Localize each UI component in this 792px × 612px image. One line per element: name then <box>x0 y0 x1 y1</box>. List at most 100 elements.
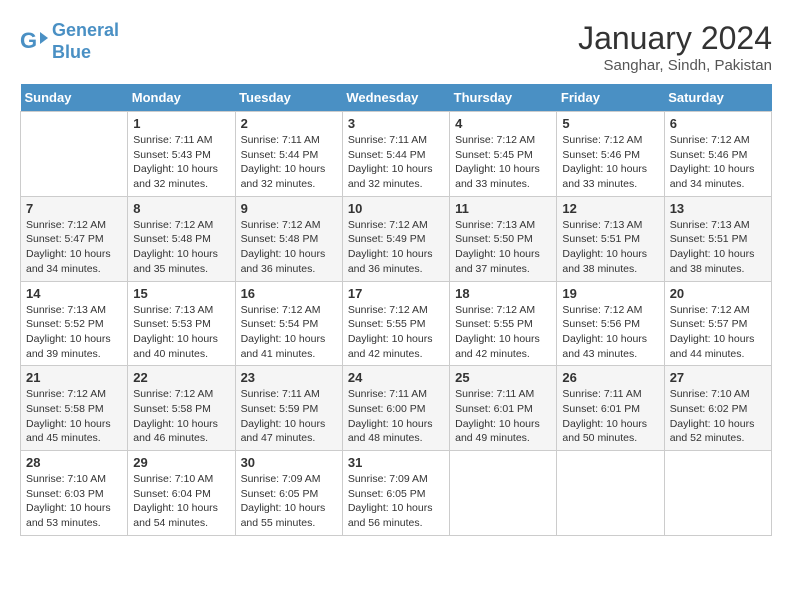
day-info: Sunrise: 7:11 AMSunset: 6:01 PMDaylight:… <box>562 387 658 446</box>
day-number: 9 <box>241 201 337 216</box>
calendar-cell: 31Sunrise: 7:09 AMSunset: 6:05 PMDayligh… <box>342 451 449 536</box>
title-block: January 2024 Sanghar, Sindh, Pakistan <box>578 20 772 74</box>
calendar-cell: 20 Sunrise: 7:12 AMSunset: 5:57 PMDayligh… <box>664 281 771 366</box>
day-number: 10 <box>348 201 444 216</box>
calendar-cell: 24 Sunrise: 7:11 AMSunset: 6:00 PMDayligh… <box>342 366 449 451</box>
day-number: 3 <box>348 116 444 131</box>
day-number: 2 <box>241 116 337 131</box>
day-info: Sunrise: 7:11 AMSunset: 5:44 PMDaylight:… <box>241 133 337 192</box>
day-info: Sunrise: 7:13 AMSunset: 5:51 PMDaylight:… <box>562 218 658 277</box>
weekday-header-saturday: Saturday <box>664 84 771 112</box>
calendar-cell: 8 Sunrise: 7:12 AMSunset: 5:48 PMDaylight… <box>128 196 235 281</box>
day-info: Sunrise: 7:12 AMSunset: 5:54 PMDaylight:… <box>241 303 337 362</box>
day-info: Sunrise: 7:11 AMSunset: 5:44 PMDaylight:… <box>348 133 444 192</box>
day-info: Sunrise: 7:11 AMSunset: 5:43 PMDaylight:… <box>133 133 229 192</box>
calendar-cell: 3 Sunrise: 7:11 AMSunset: 5:44 PMDaylight… <box>342 112 449 197</box>
day-number: 22 <box>133 370 229 385</box>
month-title: January 2024 <box>578 20 772 57</box>
calendar-cell: 17Sunrise: 7:12 AMSunset: 5:55 PMDayligh… <box>342 281 449 366</box>
weekday-header-friday: Friday <box>557 84 664 112</box>
calendar-cell: 15 Sunrise: 7:13 AMSunset: 5:53 PMDayligh… <box>128 281 235 366</box>
day-number: 21 <box>26 370 122 385</box>
day-number: 13 <box>670 201 766 216</box>
weekday-header-wednesday: Wednesday <box>342 84 449 112</box>
calendar-cell: 13Sunrise: 7:13 AMSunset: 5:51 PMDayligh… <box>664 196 771 281</box>
day-info: Sunrise: 7:13 AMSunset: 5:53 PMDaylight:… <box>133 303 229 362</box>
week-row-5: 28 Sunrise: 7:10 AMSunset: 6:03 PMDayligh… <box>21 451 772 536</box>
day-number: 12 <box>562 201 658 216</box>
calendar-cell: 4 Sunrise: 7:12 AMSunset: 5:45 PMDaylight… <box>450 112 557 197</box>
calendar-cell: 9 Sunrise: 7:12 AMSunset: 5:48 PMDaylight… <box>235 196 342 281</box>
calendar-cell: 27 Sunrise: 7:10 AMSunset: 6:02 PMDayligh… <box>664 366 771 451</box>
day-number: 23 <box>241 370 337 385</box>
day-number: 31 <box>348 455 444 470</box>
day-info: Sunrise: 7:12 AMSunset: 5:48 PMDaylight:… <box>133 218 229 277</box>
calendar-cell: 18Sunrise: 7:12 AMSunset: 5:55 PMDayligh… <box>450 281 557 366</box>
day-info: Sunrise: 7:11 AMSunset: 6:00 PMDaylight:… <box>348 387 444 446</box>
page-header: G General Blue January 2024 Sanghar, Sin… <box>20 20 772 74</box>
day-number: 6 <box>670 116 766 131</box>
day-number: 24 <box>348 370 444 385</box>
day-info: Sunrise: 7:12 AMSunset: 5:48 PMDaylight:… <box>241 218 337 277</box>
logo-text: General Blue <box>52 20 119 63</box>
logo-icon: G <box>20 28 48 56</box>
calendar-cell: 14 Sunrise: 7:13 AMSunset: 5:52 PMDayligh… <box>21 281 128 366</box>
day-info: Sunrise: 7:11 AMSunset: 5:59 PMDaylight:… <box>241 387 337 446</box>
day-number: 30 <box>241 455 337 470</box>
day-info: Sunrise: 7:12 AMSunset: 5:45 PMDaylight:… <box>455 133 551 192</box>
location-subtitle: Sanghar, Sindh, Pakistan <box>578 57 772 74</box>
logo: G General Blue <box>20 20 119 63</box>
day-info: Sunrise: 7:12 AMSunset: 5:46 PMDaylight:… <box>562 133 658 192</box>
weekday-header-sunday: Sunday <box>21 84 128 112</box>
day-info: Sunrise: 7:10 AMSunset: 6:04 PMDaylight:… <box>133 472 229 531</box>
day-info: Sunrise: 7:12 AMSunset: 5:57 PMDaylight:… <box>670 303 766 362</box>
day-info: Sunrise: 7:10 AMSunset: 6:03 PMDaylight:… <box>26 472 122 531</box>
week-row-2: 7Sunrise: 7:12 AMSunset: 5:47 PMDaylight… <box>21 196 772 281</box>
day-info: Sunrise: 7:13 AMSunset: 5:52 PMDaylight:… <box>26 303 122 362</box>
week-row-1: 1 Sunrise: 7:11 AMSunset: 5:43 PMDaylight… <box>21 112 772 197</box>
day-number: 25 <box>455 370 551 385</box>
day-info: Sunrise: 7:10 AMSunset: 6:02 PMDaylight:… <box>670 387 766 446</box>
day-info: Sunrise: 7:09 AMSunset: 6:05 PMDaylight:… <box>241 472 337 531</box>
day-number: 19 <box>562 286 658 301</box>
calendar-cell: 2 Sunrise: 7:11 AMSunset: 5:44 PMDaylight… <box>235 112 342 197</box>
calendar-cell: 22 Sunrise: 7:12 AMSunset: 5:58 PMDayligh… <box>128 366 235 451</box>
calendar-table: SundayMondayTuesdayWednesdayThursdayFrid… <box>20 84 772 536</box>
day-info: Sunrise: 7:12 AMSunset: 5:56 PMDaylight:… <box>562 303 658 362</box>
calendar-cell: 29Sunrise: 7:10 AMSunset: 6:04 PMDayligh… <box>128 451 235 536</box>
day-number: 26 <box>562 370 658 385</box>
calendar-cell <box>21 112 128 197</box>
week-row-4: 21 Sunrise: 7:12 AMSunset: 5:58 PMDayligh… <box>21 366 772 451</box>
calendar-cell <box>664 451 771 536</box>
day-number: 5 <box>562 116 658 131</box>
calendar-cell <box>557 451 664 536</box>
svg-text:G: G <box>20 28 37 53</box>
calendar-cell: 30 Sunrise: 7:09 AMSunset: 6:05 PMDayligh… <box>235 451 342 536</box>
calendar-cell: 28 Sunrise: 7:10 AMSunset: 6:03 PMDayligh… <box>21 451 128 536</box>
weekday-header-thursday: Thursday <box>450 84 557 112</box>
day-number: 15 <box>133 286 229 301</box>
day-number: 20 <box>670 286 766 301</box>
calendar-cell: 10Sunrise: 7:12 AMSunset: 5:49 PMDayligh… <box>342 196 449 281</box>
week-row-3: 14 Sunrise: 7:13 AMSunset: 5:52 PMDayligh… <box>21 281 772 366</box>
calendar-cell: 23 Sunrise: 7:11 AMSunset: 5:59 PMDayligh… <box>235 366 342 451</box>
day-number: 16 <box>241 286 337 301</box>
day-number: 27 <box>670 370 766 385</box>
day-number: 8 <box>133 201 229 216</box>
day-number: 1 <box>133 116 229 131</box>
day-number: 18 <box>455 286 551 301</box>
calendar-cell: 11Sunrise: 7:13 AMSunset: 5:50 PMDayligh… <box>450 196 557 281</box>
day-info: Sunrise: 7:11 AMSunset: 6:01 PMDaylight:… <box>455 387 551 446</box>
calendar-cell: 6Sunrise: 7:12 AMSunset: 5:46 PMDaylight… <box>664 112 771 197</box>
calendar-cell: 25 Sunrise: 7:11 AMSunset: 6:01 PMDayligh… <box>450 366 557 451</box>
day-number: 4 <box>455 116 551 131</box>
calendar-cell: 21 Sunrise: 7:12 AMSunset: 5:58 PMDayligh… <box>21 366 128 451</box>
day-number: 28 <box>26 455 122 470</box>
day-number: 14 <box>26 286 122 301</box>
day-info: Sunrise: 7:12 AMSunset: 5:55 PMDaylight:… <box>348 303 444 362</box>
day-info: Sunrise: 7:12 AMSunset: 5:47 PMDaylight:… <box>26 218 122 277</box>
day-info: Sunrise: 7:12 AMSunset: 5:58 PMDaylight:… <box>133 387 229 446</box>
weekday-header-monday: Monday <box>128 84 235 112</box>
day-info: Sunrise: 7:12 AMSunset: 5:58 PMDaylight:… <box>26 387 122 446</box>
calendar-cell: 19 Sunrise: 7:12 AMSunset: 5:56 PMDayligh… <box>557 281 664 366</box>
